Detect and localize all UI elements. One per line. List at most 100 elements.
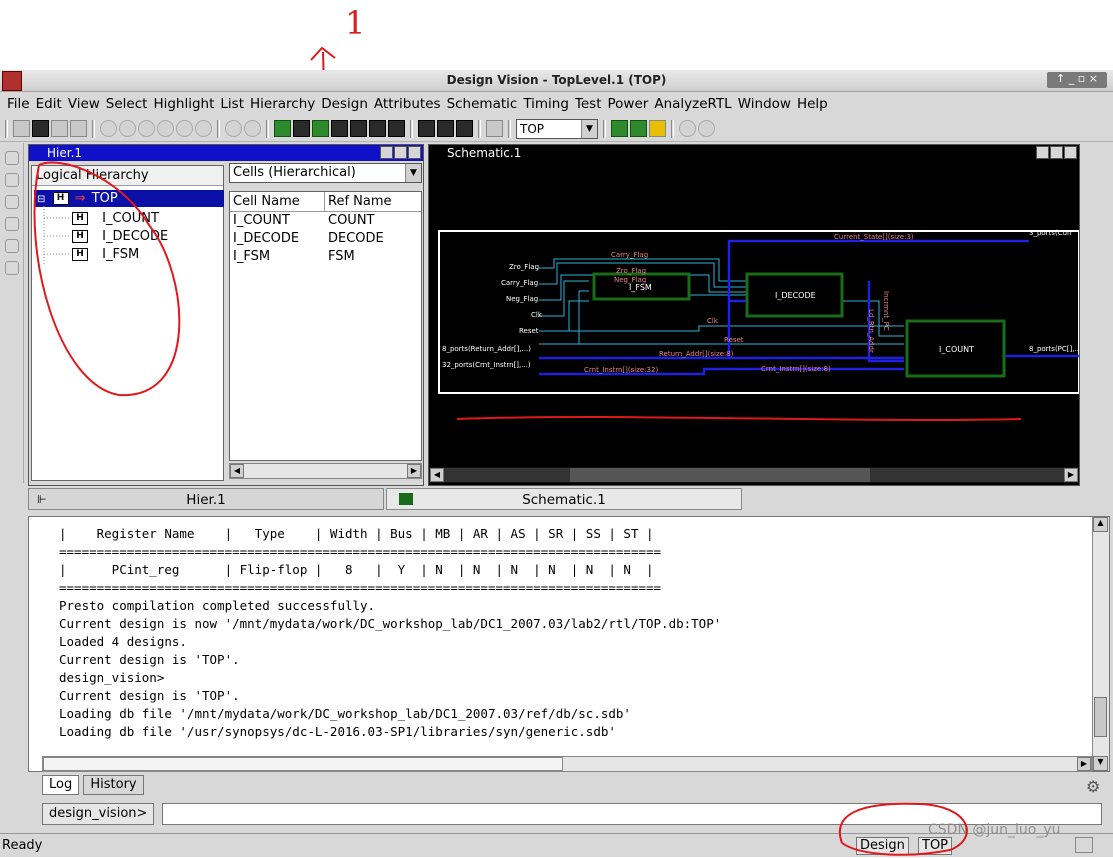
design-view-icon[interactable]	[369, 120, 386, 137]
symbol-view-icon[interactable]	[331, 120, 348, 137]
report-icon[interactable]	[456, 120, 473, 137]
search-next-icon[interactable]	[698, 120, 715, 137]
pencil-tool-icon[interactable]	[5, 173, 19, 187]
svg-text:Neg_Flag: Neg_Flag	[614, 276, 646, 284]
design-select-value: TOP	[520, 121, 545, 136]
list-icon[interactable]	[486, 120, 503, 137]
toolbar-separator	[671, 119, 674, 138]
maximize-button[interactable]	[1050, 146, 1063, 159]
compile-icon[interactable]	[630, 120, 647, 137]
scroll-up-icon[interactable]: ▲	[1093, 517, 1108, 532]
chevron-down-icon[interactable]: ▼	[581, 119, 597, 138]
menu-view[interactable]: View	[65, 96, 103, 112]
svg-text:Current_State[](size:3): Current_State[](size:3)	[834, 233, 914, 241]
scroll-thumb[interactable]	[1094, 697, 1107, 737]
layout-view-icon[interactable]	[388, 120, 405, 137]
menu-analyzertl[interactable]: AnalyzeRTL	[651, 96, 734, 112]
zoom-prev-icon[interactable]	[157, 120, 174, 137]
menu-timing[interactable]: Timing	[520, 96, 572, 112]
close-button[interactable]	[1064, 146, 1077, 159]
lasso-tool-icon[interactable]	[5, 195, 19, 209]
histogram-icon[interactable]	[437, 120, 454, 137]
menu-highlight[interactable]: Highlight	[150, 96, 217, 112]
window-title: Design Vision - TopLevel.1 (TOP)	[446, 73, 667, 87]
design-select[interactable]: TOP ▼	[516, 118, 598, 139]
console-text: | Register Name | Type | Width | Bus | M…	[59, 525, 721, 741]
new-schematic-icon[interactable]	[274, 120, 291, 137]
tab-history[interactable]: History	[83, 775, 144, 795]
schematic-hscrollbar[interactable]: ◀ ▶	[429, 467, 1079, 483]
path-schematic-icon[interactable]	[312, 120, 329, 137]
tab-log[interactable]: Log	[42, 775, 80, 795]
menu-select[interactable]: Select	[103, 96, 151, 112]
title-bar: Design Vision - TopLevel.1 (TOP) ↑ _ ▫ ×	[0, 70, 1113, 92]
tab-schematic[interactable]: Schematic.1	[386, 488, 742, 510]
zoom-fit-icon[interactable]	[100, 120, 117, 137]
zoom-in-icon[interactable]	[119, 120, 136, 137]
menu-file[interactable]: File	[4, 96, 33, 112]
menu-hierarchy[interactable]: Hierarchy	[247, 96, 318, 112]
menu-test[interactable]: Test	[572, 96, 605, 112]
console-output[interactable]: | Register Name | Type | Width | Bus | M…	[28, 516, 1110, 772]
push-up-icon[interactable]	[225, 120, 242, 137]
schematic-selected-icon[interactable]	[293, 120, 310, 137]
save-icon[interactable]	[32, 120, 49, 137]
zoom-tool-icon[interactable]	[5, 217, 19, 231]
menu-help[interactable]: Help	[794, 96, 831, 112]
svg-text:Carry_Flag: Carry_Flag	[611, 251, 648, 259]
menu-attributes[interactable]: Attributes	[371, 96, 444, 112]
checkmark-icon[interactable]	[649, 120, 666, 137]
window-control-group[interactable]: ↑ _ ▫ ×	[1047, 72, 1107, 88]
scroll-thumb[interactable]	[43, 757, 563, 771]
search-icon[interactable]	[679, 120, 696, 137]
schematic-canvas[interactable]: I_FSM I_DECODE I_COUNT Carry_Flag Zro_Fl…	[429, 161, 1081, 467]
scroll-right-icon[interactable]: ▶	[1064, 468, 1078, 482]
tab-hier[interactable]: ⊩ Hier.1	[28, 488, 384, 510]
console-hscrollbar[interactable]: ▶	[42, 756, 1092, 772]
status-panel-icon[interactable]	[1075, 837, 1093, 853]
annotation-arrow	[310, 46, 336, 123]
scroll-right-icon[interactable]: ▶	[1077, 757, 1091, 771]
hand-tool-icon[interactable]	[5, 261, 19, 275]
console-line: Loading db file '/mnt/mydata/work/DC_wor…	[59, 706, 631, 721]
annotation-circle	[33, 161, 181, 397]
gear-icon[interactable]: ⚙	[1086, 777, 1100, 796]
menu-schematic[interactable]: Schematic	[444, 96, 521, 112]
scroll-left-icon[interactable]: ◀	[430, 468, 444, 482]
console-vscrollbar[interactable]: ▲ ▼	[1092, 517, 1109, 771]
hierarchy-view-icon[interactable]	[350, 120, 367, 137]
window-tabs-bar: ⊩ Hier.1 Schematic.1	[28, 488, 1113, 510]
check-design-icon[interactable]	[611, 120, 628, 137]
menu-list[interactable]: List	[217, 96, 247, 112]
scroll-down-icon[interactable]: ▼	[1093, 756, 1108, 771]
open-icon[interactable]	[13, 120, 30, 137]
zoom-out-tool-icon[interactable]	[5, 239, 19, 253]
tab-schematic-label: Schematic.1	[522, 492, 606, 508]
select-tool-icon[interactable]	[5, 151, 19, 165]
toolbar-separator	[410, 119, 413, 138]
hierarchy-icon: ⊩	[37, 493, 47, 506]
svg-text:Crnt_Instrn[](size:8): Crnt_Instrn[](size:8)	[761, 365, 831, 373]
console-line: design_vision>	[59, 670, 165, 685]
scroll-thumb[interactable]	[570, 468, 870, 482]
annotation-marks: 1	[310, 4, 365, 123]
console-tabs: Log History	[42, 775, 144, 795]
menu-design[interactable]: Design	[318, 96, 371, 112]
toolbar-separator	[92, 119, 95, 138]
menu-edit[interactable]: Edit	[33, 96, 65, 112]
menu-power[interactable]: Power	[605, 96, 652, 112]
zoom-out-icon[interactable]	[138, 120, 155, 137]
minimize-button[interactable]	[1036, 146, 1049, 159]
schematic-drawing[interactable]: I_FSM I_DECODE I_COUNT Carry_Flag Zro_Fl…	[429, 161, 1081, 467]
schematic-window-titlebar[interactable]: Schematic.1	[429, 145, 1079, 161]
left-tool-strip	[0, 143, 24, 483]
menu-window[interactable]: Window	[735, 96, 794, 112]
pop-up-icon[interactable]	[244, 120, 261, 137]
properties-icon[interactable]	[70, 120, 87, 137]
annotation-number: 1	[345, 4, 365, 42]
zoom-box-icon[interactable]	[176, 120, 193, 137]
timing-icon[interactable]	[418, 120, 435, 137]
print-icon[interactable]	[51, 120, 68, 137]
pan-icon[interactable]	[195, 120, 212, 137]
svg-text:Ld_Rtn_Addr: Ld_Rtn_Addr	[867, 309, 875, 353]
